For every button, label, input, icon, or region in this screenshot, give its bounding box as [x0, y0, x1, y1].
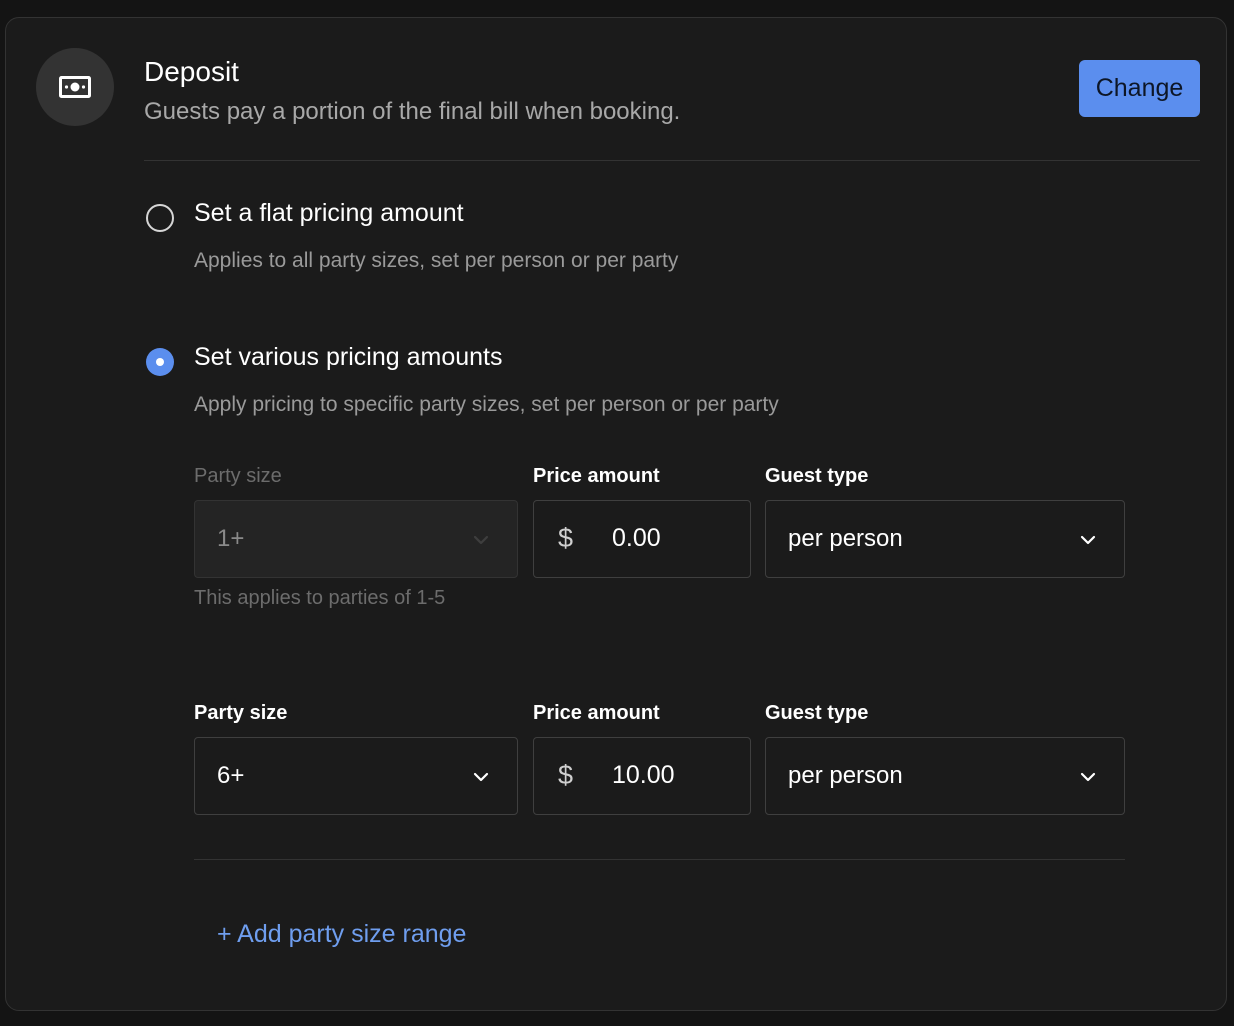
various-pricing-label[interactable]: Set various pricing amounts — [194, 343, 502, 372]
price-amount-input[interactable]: $ 10.00 — [533, 737, 751, 815]
currency-symbol: $ — [558, 760, 574, 790]
change-button[interactable]: Change — [1079, 60, 1200, 117]
party-size-select: 1+ — [194, 500, 518, 578]
price-amount-value[interactable]: 0.00 — [612, 524, 661, 553]
guest-type-value: per person — [788, 762, 903, 789]
price-amount-label: Price amount — [533, 702, 660, 724]
party-size-select[interactable]: 6+ — [194, 737, 518, 815]
guest-type-select[interactable]: per person — [765, 500, 1125, 578]
chevron-down-icon — [473, 772, 489, 782]
chevron-down-icon — [1080, 772, 1096, 782]
header-divider — [144, 160, 1200, 161]
flat-pricing-radio[interactable] — [146, 204, 174, 232]
guest-type-label: Guest type — [765, 465, 869, 487]
add-party-size-range-link[interactable]: + Add party size range — [217, 920, 466, 949]
flat-pricing-description: Applies to all party sizes, set per pers… — [194, 249, 679, 272]
party-size-value: 1+ — [217, 525, 245, 552]
flat-pricing-label[interactable]: Set a flat pricing amount — [194, 199, 464, 228]
price-amount-input[interactable]: $ 0.00 — [533, 500, 751, 578]
guest-type-select[interactable]: per person — [765, 737, 1125, 815]
guest-type-value: per person — [788, 525, 903, 552]
currency-symbol: $ — [558, 523, 574, 553]
deposit-title: Deposit — [144, 56, 239, 87]
various-pricing-description: Apply pricing to specific party sizes, s… — [194, 393, 779, 416]
party-range-helper: This applies to parties of 1-5 — [194, 587, 446, 609]
price-amount-label: Price amount — [533, 465, 660, 487]
party-size-label: Party size — [194, 465, 282, 487]
chevron-down-icon — [473, 535, 489, 545]
chevron-down-icon — [1080, 535, 1096, 545]
party-size-label: Party size — [194, 702, 288, 724]
party-size-value: 6+ — [217, 762, 245, 789]
ranges-divider — [194, 859, 1125, 860]
guest-type-label: Guest type — [765, 702, 869, 724]
deposit-subtitle: Guests pay a portion of the final bill w… — [144, 98, 681, 125]
money-bill-icon — [36, 48, 114, 126]
price-amount-value[interactable]: 10.00 — [612, 761, 675, 790]
deposit-card: Deposit Guests pay a portion of the fina… — [5, 17, 1227, 1011]
various-pricing-radio[interactable] — [146, 348, 174, 376]
